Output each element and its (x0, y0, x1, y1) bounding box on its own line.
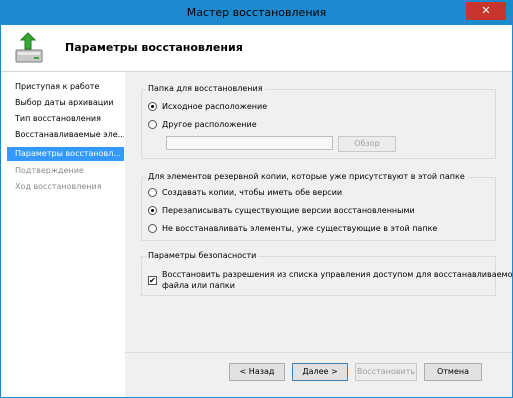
next-button[interactable]: Далее > (292, 363, 348, 381)
restore-acl-label-line2[interactable]: файла или папки (162, 281, 235, 290)
create-copies-label[interactable]: Создавать копии, чтобы иметь обе версии (162, 188, 342, 197)
group-title: Папка для восстановления (146, 84, 265, 93)
wizard-header: Параметры восстановления (1, 25, 512, 72)
window-title: Мастер восстановления (186, 6, 327, 19)
security-settings-group: Параметры безопасности ✔ Восстановить ра… (141, 251, 513, 296)
group-title: Для элементов резервной копии, которые у… (146, 172, 467, 181)
step-confirmation: Подтверждение (15, 166, 84, 175)
step-recovery-progress: Ход восстановления (15, 182, 102, 191)
restore-acl-checkbox[interactable]: ✔ (148, 276, 157, 285)
recover-location-group: Папка для восстановления Исходное распол… (141, 84, 496, 159)
restore-wizard-window: Мастер восстановления ✕ Параметры восста… (0, 0, 513, 398)
location-path-input[interactable] (166, 136, 333, 150)
wizard-steps-pane: Приступая к работе Выбор даты архивации … (1, 72, 125, 397)
close-button[interactable]: ✕ (466, 2, 506, 20)
wizard-content-pane: Папка для восстановления Исходное распол… (125, 72, 513, 397)
restore-button[interactable]: Восстановить (355, 363, 417, 381)
title-bar[interactable]: Мастер восстановления ✕ (1, 1, 512, 25)
backup-recovery-icon (15, 32, 43, 63)
restore-acl-label-line1[interactable]: Восстановить разрешения из списка управл… (162, 270, 513, 279)
skip-existing-label[interactable]: Не восстанавливать элементы, уже существ… (162, 224, 437, 233)
page-title: Параметры восстановления (65, 41, 243, 54)
overwrite-label[interactable]: Перезаписывать существующие версии восст… (162, 206, 415, 215)
step-getting-started[interactable]: Приступая к работе (7, 80, 124, 94)
group-title: Параметры безопасности (146, 251, 259, 260)
another-location-radio[interactable] (148, 120, 157, 129)
existing-items-group: Для элементов резервной копии, которые у… (141, 172, 496, 241)
step-recovery-options[interactable]: Параметры восстановл... (7, 147, 124, 161)
another-location-label[interactable]: Другое расположение (162, 120, 257, 129)
original-location-radio[interactable] (148, 102, 157, 111)
button-separator (125, 352, 512, 353)
step-items-to-recover[interactable]: Восстанавливаемые эле... (7, 128, 124, 142)
original-location-label[interactable]: Исходное расположение (162, 102, 267, 111)
skip-existing-radio[interactable] (148, 224, 157, 233)
step-backup-date[interactable]: Выбор даты архивации (7, 96, 124, 110)
cancel-button[interactable]: Отмена (424, 363, 482, 381)
create-copies-radio[interactable] (148, 188, 157, 197)
overwrite-radio[interactable] (148, 206, 157, 215)
browse-button[interactable]: Обзор (338, 136, 396, 152)
step-recovery-type[interactable]: Тип восстановления (7, 112, 124, 126)
back-button[interactable]: < Назад (229, 363, 285, 381)
